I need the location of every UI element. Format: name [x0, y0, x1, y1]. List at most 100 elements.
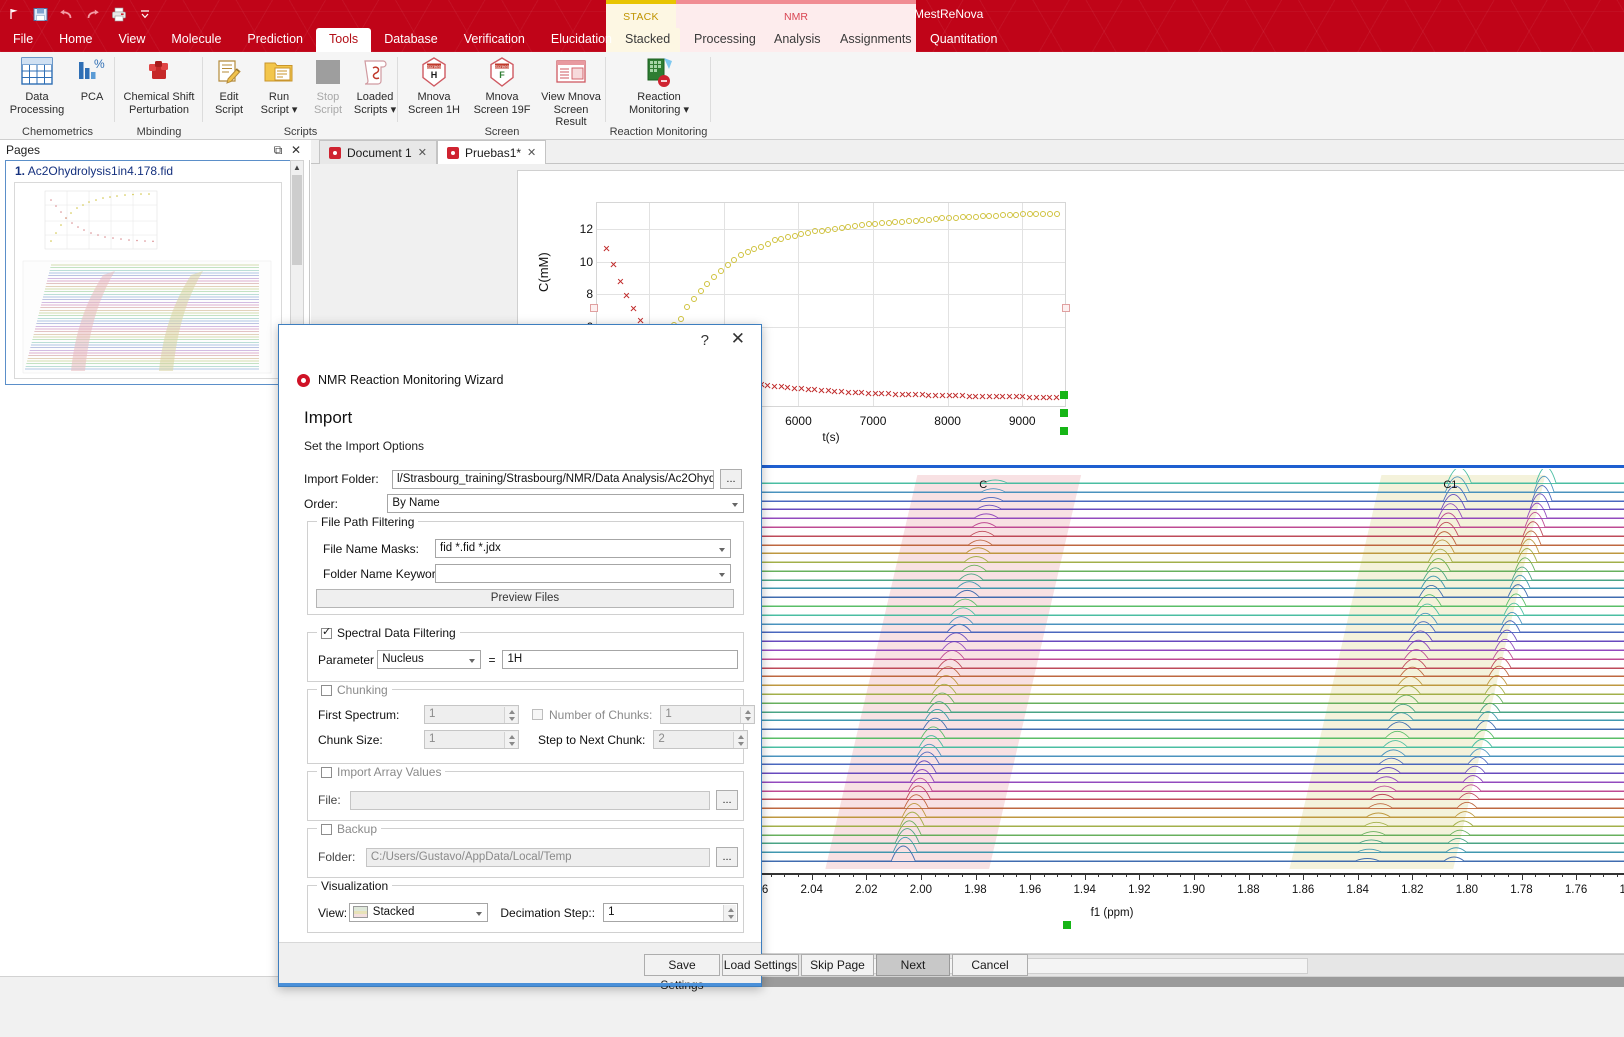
- chunking-checkbox[interactable]: [321, 684, 332, 696]
- ribbon-tab-tools[interactable]: Tools: [316, 28, 372, 52]
- document-tab-2-close-icon[interactable]: ✕: [527, 146, 536, 159]
- ribbon-button-run-script[interactable]: Run Script ▾: [255, 55, 303, 116]
- decimation-step-input[interactable]: 1: [603, 903, 738, 922]
- import-folder-input[interactable]: l/Strasbourg_training/Strasbourg/NMR/Dat…: [392, 469, 714, 489]
- backup-folder-input[interactable]: C:/Users/Gustavo/AppData/Local/Temp: [365, 847, 711, 867]
- document-tab-2-label: Pruebas1*: [465, 145, 522, 160]
- kinetics-y-tick-label: 12: [579, 222, 593, 237]
- kinetics-gridline-v: [873, 203, 875, 406]
- scroll-up-icon[interactable]: ▲: [291, 161, 303, 174]
- file-name-masks-combobox[interactable]: fid *.fid *.jdx: [435, 539, 731, 558]
- ribbon-tab-assignments[interactable]: Assignments: [830, 28, 922, 52]
- spectral-data-filtering-checkbox[interactable]: [321, 626, 332, 639]
- ribbon-tab-home[interactable]: Home: [46, 28, 105, 52]
- print-icon[interactable]: [110, 6, 127, 23]
- ribbon-tab-stacked[interactable]: Stacked: [615, 28, 681, 52]
- array-file-browse-button[interactable]: ...: [716, 790, 738, 810]
- chunk-size-stepper[interactable]: [504, 732, 517, 748]
- ribbon-button-reaction-monitoring[interactable]: Reaction Monitoring ▾: [620, 55, 698, 116]
- ribbon-button-pca[interactable]: % PCA: [72, 55, 112, 104]
- ribbon-tab-quantitation[interactable]: Quantitation: [920, 28, 1007, 52]
- load-settings-button[interactable]: Load Settings: [722, 954, 799, 976]
- page-thumbnail[interactable]: [14, 182, 282, 379]
- backup-folder-label: Folder:: [318, 850, 356, 864]
- cancel-button[interactable]: Cancel: [952, 954, 1028, 976]
- document-tab-1[interactable]: Document 1 ✕: [319, 140, 437, 164]
- ribbon-tab-prediction[interactable]: Prediction: [234, 28, 316, 52]
- number-of-chunks-input[interactable]: 1: [660, 705, 756, 724]
- ribbon-tab-elucidation[interactable]: Elucidation: [538, 28, 625, 52]
- order-combobox[interactable]: By Name: [387, 494, 744, 513]
- spectra-x-tick: [1275, 873, 1277, 877]
- ribbon-tab-file[interactable]: File: [0, 28, 46, 52]
- spectra-x-tick: [1562, 873, 1564, 877]
- folder-name-keywords-combobox[interactable]: [435, 564, 731, 583]
- close-icon[interactable]: ✕: [289, 143, 303, 157]
- chunk-size-input[interactable]: 1: [424, 730, 519, 749]
- ribbon-button-data-processing[interactable]: Data Processing: [8, 55, 66, 116]
- number-of-chunks-stepper[interactable]: [740, 707, 754, 723]
- help-icon[interactable]: ?: [701, 332, 709, 349]
- kinetics-handle-green-3[interactable]: [1060, 427, 1068, 435]
- spectra-x-tick: [1166, 873, 1168, 877]
- customize-chevron-icon[interactable]: [136, 6, 153, 23]
- save-settings-button[interactable]: Save Settings: [644, 954, 720, 992]
- pages-list[interactable]: 1. Ac2Ohydrolysis1in4.178.fid: [5, 160, 298, 385]
- ribbon-tab-verification[interactable]: Verification: [451, 28, 538, 52]
- next-button[interactable]: Next: [876, 954, 950, 976]
- parameter-value-input[interactable]: 1H: [502, 650, 738, 669]
- ribbon-button-chemical-shift-perturbation[interactable]: Chemical Shift Perturbation: [119, 55, 199, 116]
- backup-checkbox[interactable]: [321, 823, 332, 835]
- pages-panel: Pages ⧉ ✕ 1. Ac2Ohydrolysis1in4.178.fid: [0, 140, 310, 1037]
- kinetics-data-point: [825, 226, 832, 233]
- ribbon-button-mnova-screen-19f[interactable]: Screen F Mnova Screen 19F: [468, 55, 536, 116]
- nmr-reaction-monitoring-wizard-dialog[interactable]: ? ✕ NMR Reaction Monitoring Wizard Impor…: [278, 324, 1028, 992]
- first-spectrum-stepper[interactable]: [504, 707, 517, 723]
- ribbon-button-loaded-scripts[interactable]: Loaded Scripts ▾: [351, 55, 399, 116]
- undo-icon[interactable]: [58, 6, 75, 23]
- save-icon[interactable]: [32, 6, 49, 23]
- kinetics-data-point: [999, 212, 1006, 219]
- ribbon-tab-processing[interactable]: Processing: [684, 28, 766, 52]
- table-grid-icon: [21, 55, 53, 89]
- array-file-input[interactable]: [349, 790, 711, 810]
- kinetics-handle-green-2[interactable]: [1060, 409, 1068, 417]
- spectra-x-tick: [1480, 873, 1482, 877]
- kinetics-handle-green-1[interactable]: [1060, 391, 1068, 399]
- decimation-step-stepper[interactable]: [723, 905, 736, 921]
- step-to-next-chunk-value: 2: [658, 733, 665, 745]
- close-icon[interactable]: ✕: [731, 330, 745, 348]
- import-folder-browse-button[interactable]: ...: [720, 469, 742, 489]
- flag-icon[interactable]: [6, 6, 23, 23]
- backup-folder-browse-button[interactable]: ...: [716, 847, 738, 867]
- import-array-values-group: Import Array Values File: ...: [307, 765, 744, 821]
- step-to-next-chunk-input[interactable]: 2: [653, 730, 749, 749]
- import-array-values-checkbox[interactable]: [321, 766, 332, 778]
- parameter-combobox[interactable]: Nucleus: [377, 650, 482, 669]
- scrollbar-thumb[interactable]: [292, 175, 302, 265]
- first-spectrum-input[interactable]: 1: [424, 705, 519, 724]
- ribbon-button-edit-script[interactable]: Edit Script: [207, 55, 251, 116]
- redo-icon[interactable]: [84, 6, 101, 23]
- document-tab-2[interactable]: Pruebas1* ✕: [437, 140, 547, 164]
- ribbon-tab-database[interactable]: Database: [371, 28, 451, 52]
- undock-icon[interactable]: ⧉: [271, 143, 285, 157]
- skip-page-button[interactable]: Skip Page: [801, 954, 874, 976]
- kinetics-handle-right[interactable]: [1062, 304, 1070, 312]
- document-tab-1-close-icon[interactable]: ✕: [418, 146, 427, 159]
- ribbon-button-mnova-screen-1h[interactable]: Screen H Mnova Screen 1H: [402, 55, 466, 116]
- spectrum-trace: [643, 544, 1624, 546]
- spectra-handle-green[interactable]: [1063, 921, 1071, 929]
- ribbon-button-view-screen-result[interactable]: View Mnova Screen Result: [538, 55, 604, 129]
- kinetics-x-axis-label: t(s): [822, 430, 840, 444]
- ribbon-tab-analysis[interactable]: Analysis: [764, 28, 831, 52]
- preview-files-button[interactable]: Preview Files: [316, 589, 734, 608]
- view-combobox[interactable]: Stacked: [348, 903, 489, 922]
- step-to-next-chunk-stepper[interactable]: [733, 732, 747, 748]
- ribbon-tab-view[interactable]: View: [106, 28, 159, 52]
- ribbon-tab-molecule[interactable]: Molecule: [158, 28, 234, 52]
- number-of-chunks-checkbox[interactable]: [532, 709, 543, 720]
- dialog-subheading: Set the Import Options: [304, 439, 425, 453]
- quick-access-toolbar[interactable]: [6, 2, 153, 26]
- kinetics-handle-left[interactable]: [590, 304, 598, 312]
